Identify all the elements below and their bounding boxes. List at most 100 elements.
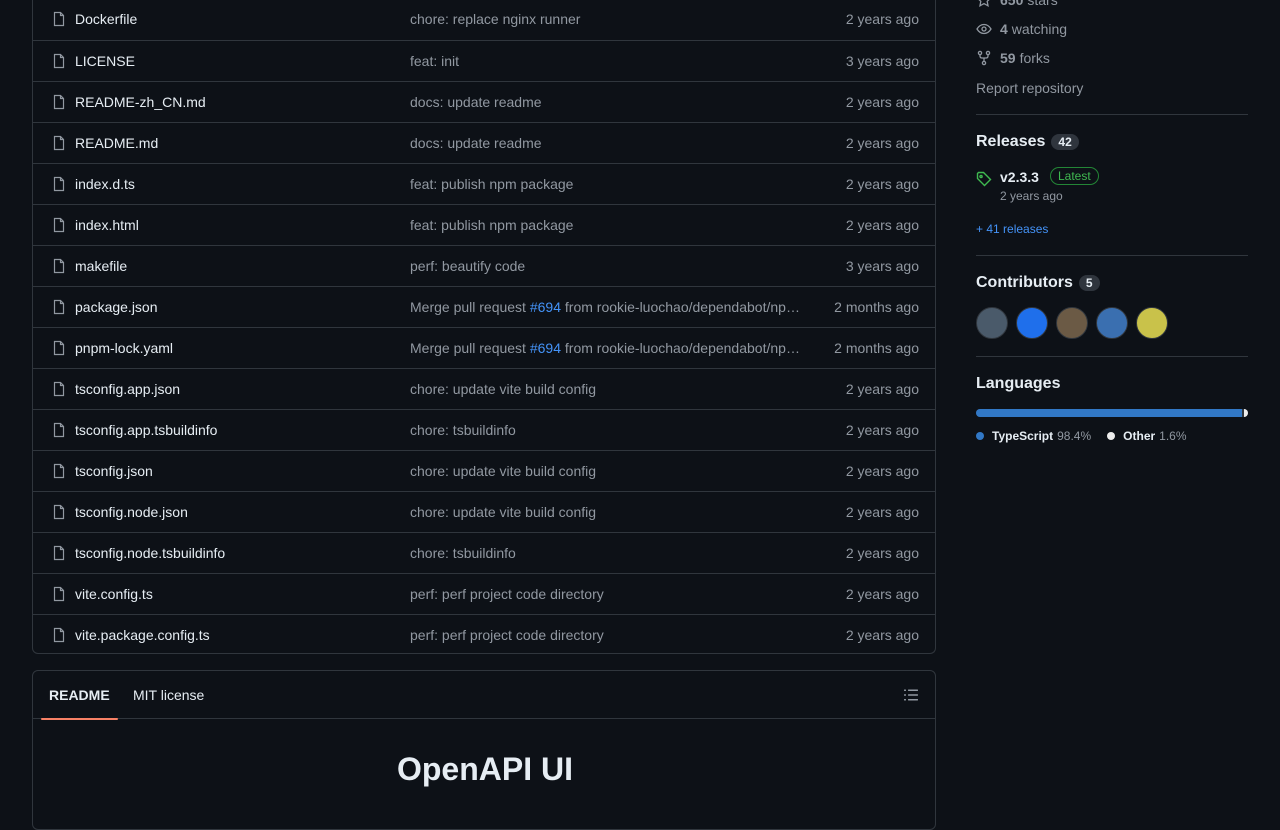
commit-message-link[interactable]: Merge pull request #694 from rookie-luoc… xyxy=(410,299,800,315)
releases-heading[interactable]: Releases 42 xyxy=(976,133,1079,151)
file-name-link[interactable]: tsconfig.app.json xyxy=(75,381,180,397)
file-icon xyxy=(53,463,65,479)
file-row[interactable]: makefile perf: beautify code 3 years ago xyxy=(33,245,935,286)
list-icon[interactable] xyxy=(903,687,919,703)
file-name-link[interactable]: makefile xyxy=(75,258,127,274)
language-item[interactable]: TypeScript 98.4% xyxy=(976,429,1091,443)
file-name-link[interactable]: tsconfig.json xyxy=(75,463,153,479)
commit-text: perf: perf project code directory xyxy=(410,586,604,602)
file-row[interactable]: package.json Merge pull request #694 from… xyxy=(33,286,935,327)
commit-message-link[interactable]: feat: init xyxy=(410,53,800,69)
file-name-link[interactable]: vite.config.ts xyxy=(75,586,153,602)
file-name-link[interactable]: README.md xyxy=(75,135,158,151)
commit-age: 2 years ago xyxy=(845,176,919,192)
commit-message-link[interactable]: chore: tsbuildinfo xyxy=(410,545,800,561)
contributors-heading[interactable]: Contributors 5 xyxy=(976,274,1100,292)
commit-age: 2 years ago xyxy=(845,381,919,397)
commit-message-link[interactable]: chore: tsbuildinfo xyxy=(410,422,800,438)
file-name-link[interactable]: package.json xyxy=(75,299,158,315)
fork-icon xyxy=(977,50,991,66)
contributor-avatar[interactable] xyxy=(1136,307,1168,339)
commit-text: chore: tsbuildinfo xyxy=(410,422,516,438)
commit-message-link[interactable]: feat: publish npm package xyxy=(410,217,800,233)
commit-message-link[interactable]: chore: update vite build config xyxy=(410,381,800,397)
watching-link[interactable]: 4 watching xyxy=(976,21,1067,37)
commit-age: 2 years ago xyxy=(845,463,919,479)
file-row[interactable]: Dockerfile chore: replace nginx runner 2 y… xyxy=(33,0,935,40)
file-icon xyxy=(53,422,65,438)
language-dot xyxy=(976,432,984,440)
commit-age: 2 years ago xyxy=(845,422,919,438)
file-row[interactable]: README-zh_CN.md docs: update readme 2 year… xyxy=(33,81,935,122)
commit-text: chore: update vite build config xyxy=(410,463,597,479)
commit-text: perf: beautify code xyxy=(410,258,526,274)
commit-age: 2 years ago xyxy=(845,135,919,151)
commit-message-link[interactable]: perf: beautify code xyxy=(410,258,800,274)
pull-request-link[interactable]: #694 xyxy=(530,340,561,356)
file-row[interactable]: vite.package.config.ts perf: perf project… xyxy=(33,614,935,653)
file-row[interactable]: README.md docs: update readme 2 years ago xyxy=(33,122,935,163)
file-name-link[interactable]: tsconfig.node.tsbuildinfo xyxy=(75,545,225,561)
commit-message-link[interactable]: perf: perf project code directory xyxy=(410,586,800,602)
commit-message-link[interactable]: perf: perf project code directory xyxy=(410,627,800,643)
contributor-avatar[interactable] xyxy=(976,307,1008,339)
tab-license[interactable]: MIT license xyxy=(125,671,212,719)
tab-readme[interactable]: README xyxy=(41,671,118,720)
file-row[interactable]: tsconfig.node.tsbuildinfo chore: tsbuildi… xyxy=(33,532,935,573)
commit-age: 2 months ago xyxy=(834,340,919,356)
readme-tabs: README MIT license xyxy=(33,671,935,720)
language-bar-segment xyxy=(1243,409,1248,417)
commit-message-link[interactable]: chore: update vite build config xyxy=(410,504,800,520)
file-name-link[interactable]: Dockerfile xyxy=(75,11,137,27)
file-icon xyxy=(53,11,65,27)
file-row[interactable]: vite.config.ts perf: perf project code di… xyxy=(33,573,935,614)
contributor-avatar[interactable] xyxy=(1016,307,1048,339)
file-name-link[interactable]: vite.package.config.ts xyxy=(75,627,210,643)
commit-age: 3 years ago xyxy=(845,258,919,274)
release-version-link[interactable]: v2.3.3 xyxy=(1000,169,1039,185)
language-item[interactable]: Other 1.6% xyxy=(1107,429,1187,443)
file-name-link[interactable]: tsconfig.app.tsbuildinfo xyxy=(75,422,217,438)
commit-age: 3 years ago xyxy=(845,53,919,69)
file-icon xyxy=(53,545,65,561)
commit-message-link[interactable]: chore: update vite build config xyxy=(410,463,800,479)
file-row[interactable]: tsconfig.app.json chore: update vite buil… xyxy=(33,368,935,409)
file-row[interactable]: tsconfig.node.json chore: update vite bui… xyxy=(33,491,935,532)
file-icon xyxy=(53,586,65,602)
file-name-link[interactable]: index.d.ts xyxy=(75,176,135,192)
file-row[interactable]: index.d.ts feat: publish npm package 2 yea… xyxy=(33,163,935,204)
file-row[interactable]: LICENSE feat: init 3 years ago xyxy=(33,40,935,81)
file-name-link[interactable]: tsconfig.node.json xyxy=(75,504,188,520)
language-percent: 98.4% xyxy=(1057,429,1092,443)
stars-link[interactable]: 650 stars xyxy=(976,0,1058,8)
file-icon xyxy=(53,176,65,192)
commit-message-link[interactable]: Merge pull request #694 from rookie-luoc… xyxy=(410,340,800,356)
commit-message-link[interactable]: feat: publish npm package xyxy=(410,176,800,192)
releases-counter: 42 xyxy=(1051,134,1079,150)
file-icon xyxy=(53,504,65,520)
file-row[interactable]: tsconfig.json chore: update vite build co… xyxy=(33,450,935,491)
file-name-link[interactable]: README-zh_CN.md xyxy=(75,94,206,110)
commit-text: docs: update readme xyxy=(410,94,542,110)
forks-link[interactable]: 59 forks xyxy=(976,50,1050,66)
file-icon xyxy=(53,135,65,151)
file-name-link[interactable]: index.html xyxy=(75,217,139,233)
report-repository-link[interactable]: Report repository xyxy=(976,80,1083,96)
file-name-link[interactable]: LICENSE xyxy=(75,53,135,69)
language-legend: TypeScript 98.4% Other 1.6% xyxy=(976,429,1203,443)
readme-panel: README MIT license OpenAPI UI xyxy=(32,670,936,830)
contributor-avatar[interactable] xyxy=(1096,307,1128,339)
file-name-link[interactable]: pnpm-lock.yaml xyxy=(75,340,173,356)
commit-message-link[interactable]: chore: replace nginx runner xyxy=(410,11,800,27)
contributor-avatar[interactable] xyxy=(1056,307,1088,339)
file-row[interactable]: tsconfig.app.tsbuildinfo chore: tsbuildin… xyxy=(33,409,935,450)
file-row[interactable]: pnpm-lock.yaml Merge pull request #694 fr… xyxy=(33,327,935,368)
commit-message-link[interactable]: docs: update readme xyxy=(410,135,800,151)
commit-message-link[interactable]: docs: update readme xyxy=(410,94,800,110)
commit-prefix: Merge pull request xyxy=(410,299,530,315)
more-releases-link[interactable]: + 41 releases xyxy=(976,222,1048,236)
file-row[interactable]: index.html feat: publish npm package 2 yea… xyxy=(33,204,935,245)
file-table: Dockerfile chore: replace nginx runner 2 y… xyxy=(32,0,936,654)
pull-request-link[interactable]: #694 xyxy=(530,299,561,315)
stars-count: 650 xyxy=(1000,0,1024,8)
